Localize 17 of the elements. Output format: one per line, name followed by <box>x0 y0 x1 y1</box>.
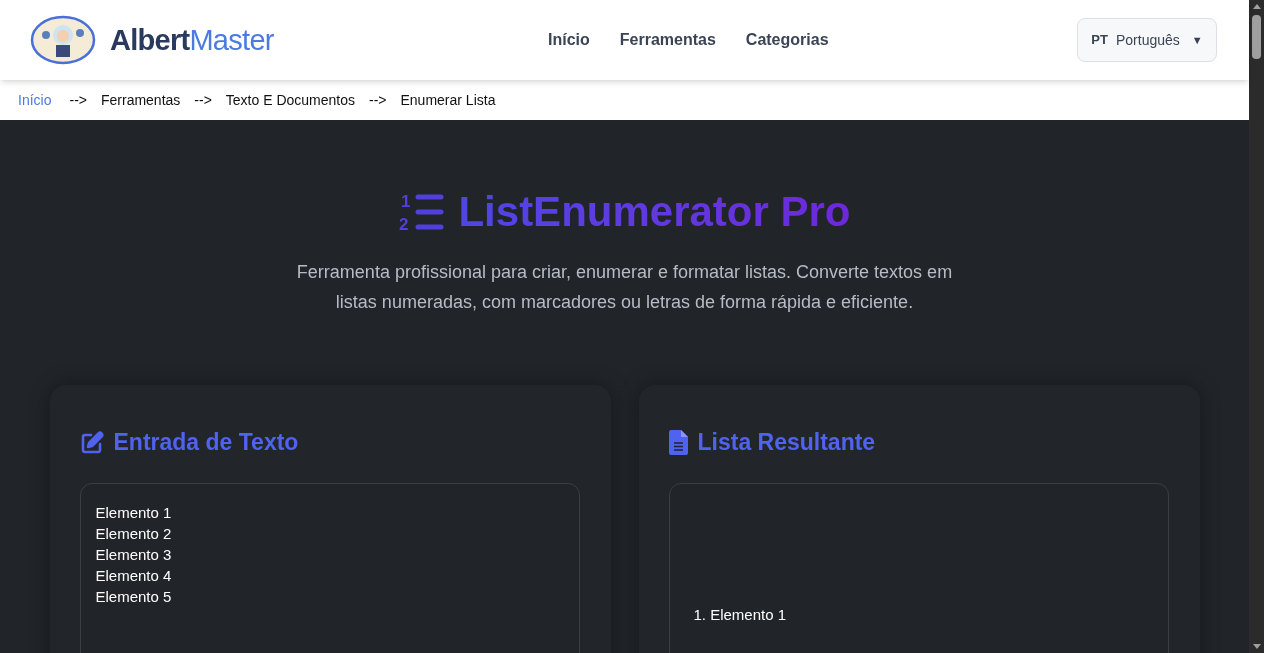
breadcrumb-item: --> <box>69 90 87 110</box>
nav-link[interactable]: Ferramentas <box>619 28 716 52</box>
breadcrumb-item: --> <box>194 90 212 110</box>
result-line: 1. Elemento 1 <box>693 604 788 625</box>
language-select[interactable]: PT Português ▼ <box>1077 18 1217 62</box>
page-description: Ferramenta profissional para criar, enumerar e formatar listas. Converte textos em listas numeradas, com marcadores ou letras de forma rápida e eficiente. <box>295 260 954 314</box>
breadcrumb-item: Enumerar Lista <box>400 90 496 110</box>
text-input-field[interactable]: Elemento 1 Elemento 2 Elemento 3 Elemento 4 Elemento 5 <box>79 482 580 653</box>
panel-title: Lista Resultante <box>697 428 876 458</box>
breadcrumb-item: Texto E Documentos <box>225 90 355 110</box>
nav-link[interactable]: Categorias <box>745 28 829 52</box>
brand-name: AlbertMaster <box>110 23 274 56</box>
nav-link[interactable]: Início <box>548 28 590 52</box>
panel-title: Entrada de Texto <box>113 428 299 458</box>
breadcrumb-item: Ferramentas <box>100 90 181 110</box>
breadcrumb-item: --> <box>369 90 387 110</box>
breadcrumb-link[interactable]: Início <box>18 89 52 111</box>
